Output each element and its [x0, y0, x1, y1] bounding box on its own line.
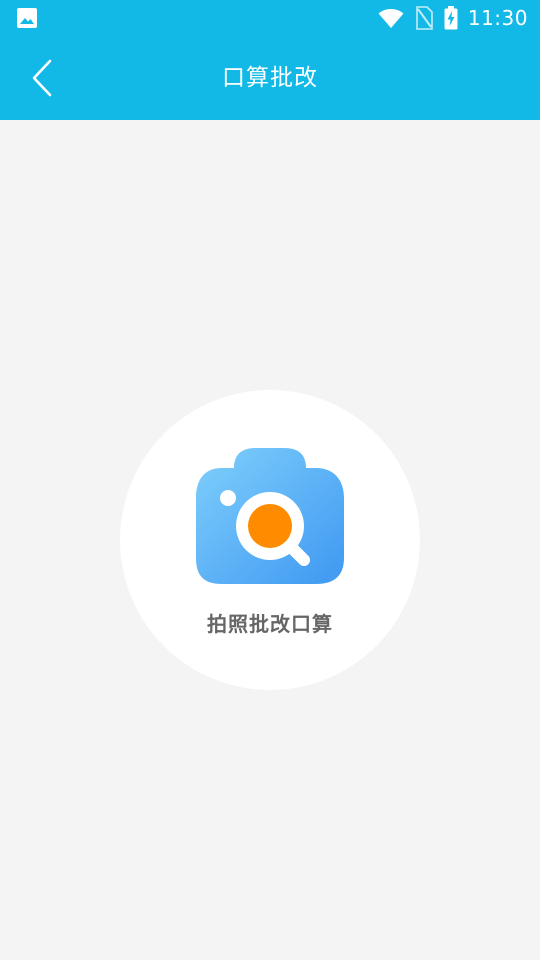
wifi-icon: [378, 9, 404, 28]
status-icons: 11:30: [378, 0, 528, 36]
photo-check-button[interactable]: 拍照批改口算: [120, 390, 420, 690]
battery-charging-icon: [444, 6, 458, 30]
no-sim-icon: [416, 6, 433, 30]
main-content: 拍照批改口算: [0, 120, 540, 960]
photo-check-label: 拍照批改口算: [207, 612, 333, 636]
image-icon: [17, 8, 37, 28]
camera-search-icon: [196, 448, 344, 584]
status-time: 11:30: [467, 6, 528, 30]
page-title: 口算批改: [222, 65, 318, 91]
status-bar: 11:30: [0, 0, 540, 36]
app-bar: 口算批改: [0, 36, 540, 120]
